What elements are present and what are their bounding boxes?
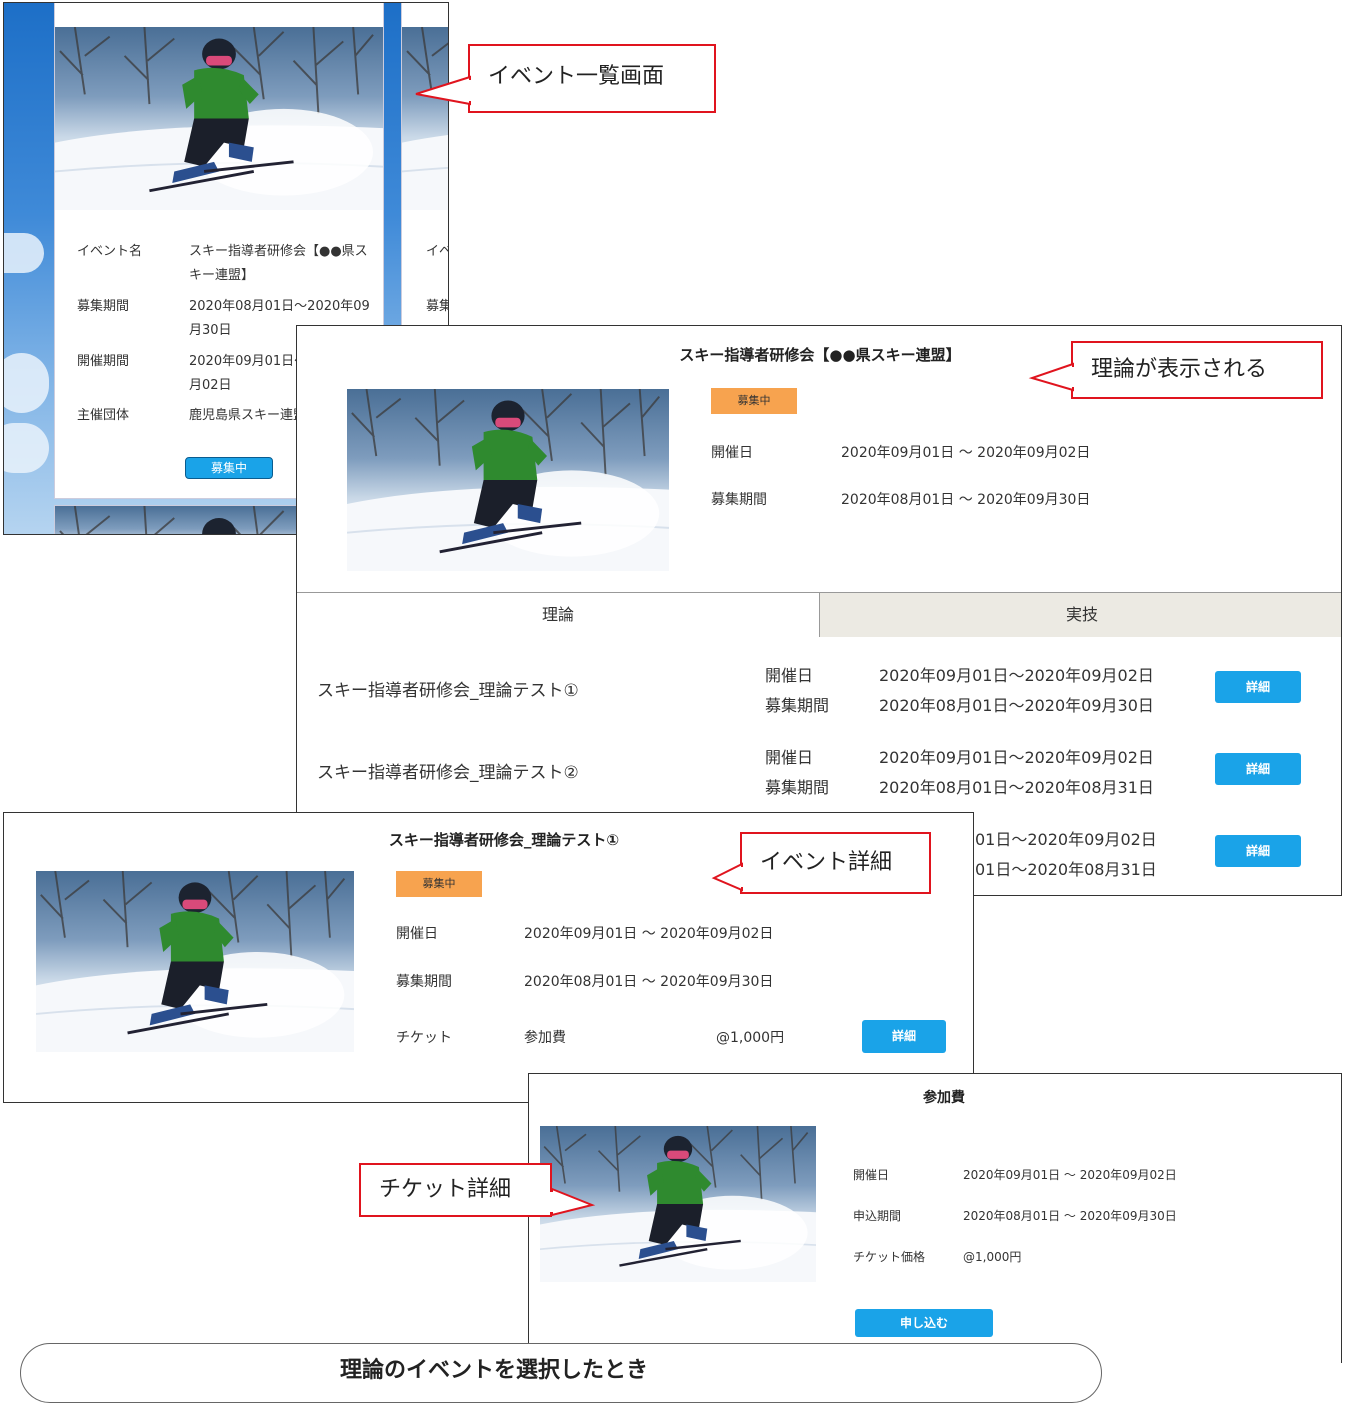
- cloud: [4, 423, 49, 473]
- list-item[interactable]: スキー指導者研修会_理論テスト② 開催日 2020年09月01日～2020年09…: [297, 738, 1341, 808]
- held-label: 開催日: [711, 445, 753, 461]
- callout-theory-shown: 理論が表示される: [1071, 341, 1323, 399]
- price-label: チケット価格: [853, 1250, 926, 1264]
- ticket-label: チケット: [396, 1030, 452, 1046]
- bottom-banner-text: 理論のイベントを選択したとき: [340, 1358, 649, 1383]
- recruit-value: 2020年08月01日～2020年09月30日: [879, 696, 1154, 715]
- callout-ticket-detail: チケット詳細: [359, 1163, 552, 1217]
- cloud: [4, 233, 44, 273]
- held-value: 2020年09月01日 ～ 2020年09月02日: [524, 926, 774, 942]
- ticket-price: @1,000円: [716, 1030, 785, 1046]
- price-value: @1,000円: [963, 1250, 1022, 1264]
- held-label: 開催日: [853, 1168, 890, 1182]
- held-value: 01日～2020年09月02日: [975, 830, 1157, 849]
- event-photo: [36, 871, 354, 1052]
- held-label: 開催期間: [77, 354, 130, 369]
- callout-tail: [1028, 362, 1075, 392]
- item-name: スキー指導者研修会_理論テスト①: [317, 681, 579, 701]
- held-value: 2020年09月01日 ～ 2020年09月02日: [963, 1168, 1177, 1182]
- callout-tail: [711, 862, 744, 892]
- detail-button[interactable]: 詳細: [1215, 671, 1301, 703]
- organizer-label: 主催団体: [77, 408, 130, 423]
- ticket-detail-window: 参加費 開催日 2020年09月01日 ～ 2020年09月02日 申込期間 2…: [528, 1073, 1342, 1363]
- recruit-value: 01日～2020年08月31日: [975, 860, 1157, 879]
- callout-tail: [550, 1187, 596, 1217]
- list-item[interactable]: スキー指導者研修会_理論テスト① 開催日 2020年09月01日～2020年09…: [297, 656, 1341, 726]
- event-photo: [55, 27, 383, 210]
- event-photo: [347, 389, 669, 571]
- item-name: スキー指導者研修会_理論テスト②: [317, 763, 579, 783]
- recruit-value: 2020年08月01日 ～ 2020年09月30日: [524, 974, 774, 990]
- category-window: スキー指導者研修会【●●県スキー連盟】 募集中 開催日 2020年09月01日 …: [296, 325, 1342, 896]
- held-label: 開催日: [765, 666, 814, 685]
- detail-button[interactable]: 詳細: [1215, 753, 1301, 785]
- held-label: 開催日: [396, 926, 438, 942]
- tab-theory[interactable]: 理論: [297, 593, 819, 637]
- event-name-label: イベント名: [77, 244, 143, 259]
- ticket-detail-button[interactable]: 詳細: [862, 1020, 946, 1053]
- apply-value: 2020年08月01日 ～ 2020年09月30日: [963, 1209, 1177, 1223]
- recruit-label: 募集: [426, 299, 448, 314]
- page-title: 参加費: [923, 1090, 965, 1106]
- status-button[interactable]: 募集中: [185, 457, 273, 479]
- apply-label: 申込期間: [853, 1209, 902, 1223]
- callout-event-detail: イベント詳細: [740, 832, 931, 894]
- apply-button[interactable]: 申し込む: [855, 1309, 993, 1337]
- held-value: 2020年09月01日～2020年09月02日: [879, 666, 1154, 685]
- callout-tail: [415, 75, 472, 106]
- held-label: 開催日: [765, 748, 814, 767]
- status-badge: 募集中: [396, 871, 482, 897]
- callout-event-list: イベント一覧画面: [468, 44, 716, 113]
- event-photo: [402, 27, 448, 210]
- recruit-label: 募集期間: [711, 492, 767, 508]
- recruit-value: 2020年08月01日 ～ 2020年09月30日: [841, 492, 1091, 508]
- recruit-label: 募集期間: [396, 974, 452, 990]
- tab-practice[interactable]: 実技: [819, 593, 1341, 637]
- held-value: 2020年09月01日～2020年09月02日: [879, 748, 1154, 767]
- event-name-label: イベ: [426, 244, 448, 259]
- detail-button[interactable]: 詳細: [1215, 835, 1301, 867]
- held-value: 2020年09月01日 ～ 2020年09月02日: [841, 445, 1091, 461]
- ticket-name: 参加費: [524, 1030, 566, 1046]
- recruit-label: 募集期間: [765, 778, 830, 797]
- event-name-value: スキー指導者研修会【●●県スキー連盟】: [189, 244, 368, 283]
- status-badge: 募集中: [711, 388, 797, 414]
- recruit-value: 2020年08月01日～2020年08月31日: [879, 778, 1154, 797]
- cloud: [4, 353, 49, 413]
- recruit-label: 募集期間: [765, 696, 830, 715]
- recruit-label: 募集期間: [77, 299, 130, 314]
